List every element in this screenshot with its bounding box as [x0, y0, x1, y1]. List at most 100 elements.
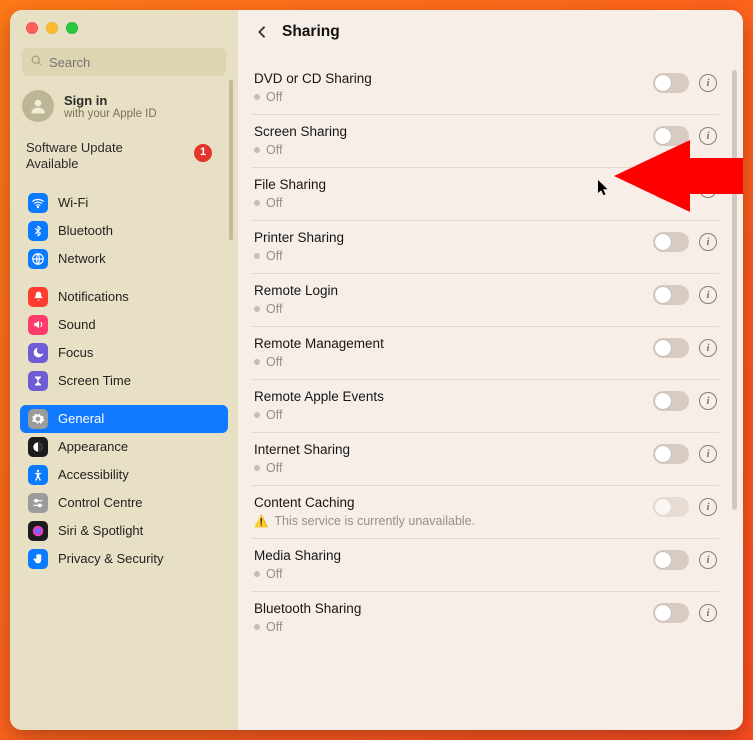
toggle-media-sharing[interactable] [653, 550, 689, 570]
sidebar-nav-list: Wi-Fi BluetoothNetwork Notifications Sound F… [10, 189, 238, 583]
sidebar-item-network[interactable]: Network [20, 245, 228, 273]
main-header: Sharing [238, 10, 743, 54]
sharing-row-printer-sharing: Printer Sharing Off i [252, 221, 719, 274]
info-button-content-caching[interactable]: i [699, 498, 717, 516]
sidebar-item-wifi[interactable]: Wi-Fi [20, 189, 228, 217]
status-dot-icon [254, 465, 260, 471]
row-status-text: Off [266, 567, 282, 581]
info-button-remote-apple-events[interactable]: i [699, 392, 717, 410]
status-dot-icon [254, 306, 260, 312]
sharing-row-remote-apple-events: Remote Apple Events Off i [252, 380, 719, 433]
info-button-screen-sharing[interactable]: i [699, 127, 717, 145]
sidebar-item-screentime[interactable]: Screen Time [20, 367, 228, 395]
sidebar-item-label: Privacy & Security [58, 551, 163, 566]
sharing-rows: DVD or CD Sharing Off i Screen Sharing Off i F… [238, 54, 743, 730]
row-status-text: Off [266, 249, 282, 263]
page-title: Sharing [282, 23, 340, 41]
sidebar-item-label: Sound [58, 317, 96, 332]
toggle-printer-sharing[interactable] [653, 232, 689, 252]
warning-icon: ⚠️ [254, 514, 268, 528]
row-status-text: Off [266, 90, 282, 104]
status-dot-icon [254, 253, 260, 259]
sharing-row-bluetooth-sharing: Bluetooth Sharing Off i [252, 592, 719, 644]
sidebar-item-accessibility[interactable]: Accessibility [20, 461, 228, 489]
toggle-remote-login[interactable] [653, 285, 689, 305]
sidebar-item-sound[interactable]: Sound [20, 311, 228, 339]
info-button-remote-management[interactable]: i [699, 339, 717, 357]
sidebar-item-siri[interactable]: Siri & Spotlight [20, 517, 228, 545]
row-title: File Sharing [254, 177, 653, 192]
toggle-internet-sharing[interactable] [653, 444, 689, 464]
main-panel: Sharing DVD or CD Sharing Off i Screen Shar… [238, 10, 743, 730]
info-button-printer-sharing[interactable]: i [699, 233, 717, 251]
row-status-text: Off [266, 620, 282, 634]
back-button[interactable] [254, 24, 270, 40]
toggle-remote-management[interactable] [653, 338, 689, 358]
sign-in-row[interactable]: Sign in with your Apple ID [22, 90, 222, 122]
row-status: Off [254, 620, 653, 634]
sidebar-item-privacy[interactable]: Privacy & Security [20, 545, 228, 573]
gear-icon [28, 409, 48, 429]
zoom-window-button[interactable] [66, 22, 78, 34]
toggle-screen-sharing[interactable] [653, 126, 689, 146]
close-window-button[interactable] [26, 22, 38, 34]
sign-in-subtitle: with your Apple ID [64, 108, 157, 120]
row-title: Content Caching [254, 495, 653, 510]
row-status: Off [254, 355, 653, 369]
minimize-window-button[interactable] [46, 22, 58, 34]
bell-icon [28, 287, 48, 307]
row-status-text: Off [266, 461, 282, 475]
sidebar-item-notifications[interactable]: Notifications [20, 283, 228, 311]
search-field-container[interactable] [22, 48, 226, 76]
toggle-bluetooth-sharing[interactable] [653, 603, 689, 623]
row-title: Screen Sharing [254, 124, 653, 139]
sharing-row-dvd: DVD or CD Sharing Off i [252, 62, 719, 115]
toggle-content-caching [653, 497, 689, 517]
toggle-file-sharing[interactable] [653, 179, 689, 199]
speaker-icon [28, 315, 48, 335]
appearance-icon [28, 437, 48, 457]
toggle-dvd[interactable] [653, 73, 689, 93]
sidebar-item-appearance[interactable]: Appearance [20, 433, 228, 461]
switches-icon [28, 493, 48, 513]
sidebar: Sign in with your Apple ID Software Upda… [10, 10, 238, 730]
sidebar-scrollbar[interactable] [229, 80, 233, 240]
sharing-row-content-caching: Content Caching ⚠️This service is current… [252, 486, 719, 539]
wifi-icon [28, 193, 48, 213]
info-button-remote-login[interactable]: i [699, 286, 717, 304]
sidebar-item-label: Wi-Fi [58, 195, 88, 210]
software-update-badge: 1 [194, 144, 212, 162]
row-title: DVD or CD Sharing [254, 71, 653, 86]
sidebar-item-control-centre[interactable]: Control Centre [20, 489, 228, 517]
search-input[interactable] [49, 55, 225, 70]
accessibility-icon [28, 465, 48, 485]
row-title: Bluetooth Sharing [254, 601, 653, 616]
row-status: Off [254, 567, 653, 581]
info-button-file-sharing[interactable]: i [699, 180, 717, 198]
row-status: ⚠️This service is currently unavailable. [254, 514, 653, 528]
software-update-line2: Available [26, 156, 222, 172]
status-dot-icon [254, 412, 260, 418]
sidebar-item-label: Control Centre [58, 495, 143, 510]
sidebar-item-general[interactable]: General [20, 405, 228, 433]
sidebar-item-focus[interactable]: Focus [20, 339, 228, 367]
sidebar-item-label: Screen Time [58, 373, 131, 388]
info-button-internet-sharing[interactable]: i [699, 445, 717, 463]
row-status: Off [254, 302, 653, 316]
info-button-dvd[interactable]: i [699, 74, 717, 92]
row-status-text: Off [266, 196, 282, 210]
row-status: Off [254, 408, 653, 422]
status-dot-icon [254, 359, 260, 365]
info-button-bluetooth-sharing[interactable]: i [699, 604, 717, 622]
sidebar-item-bluetooth[interactable]: Bluetooth [20, 217, 228, 245]
search-icon [30, 54, 43, 70]
system-settings-window: Sign in with your Apple ID Software Upda… [10, 10, 743, 730]
row-title: Media Sharing [254, 548, 653, 563]
main-scrollbar[interactable] [732, 70, 737, 510]
row-title: Printer Sharing [254, 230, 653, 245]
info-button-media-sharing[interactable]: i [699, 551, 717, 569]
software-update-notice[interactable]: Software Update Available 1 [10, 140, 238, 189]
sidebar-item-label: Notifications [58, 289, 129, 304]
toggle-remote-apple-events[interactable] [653, 391, 689, 411]
row-title: Remote Apple Events [254, 389, 653, 404]
